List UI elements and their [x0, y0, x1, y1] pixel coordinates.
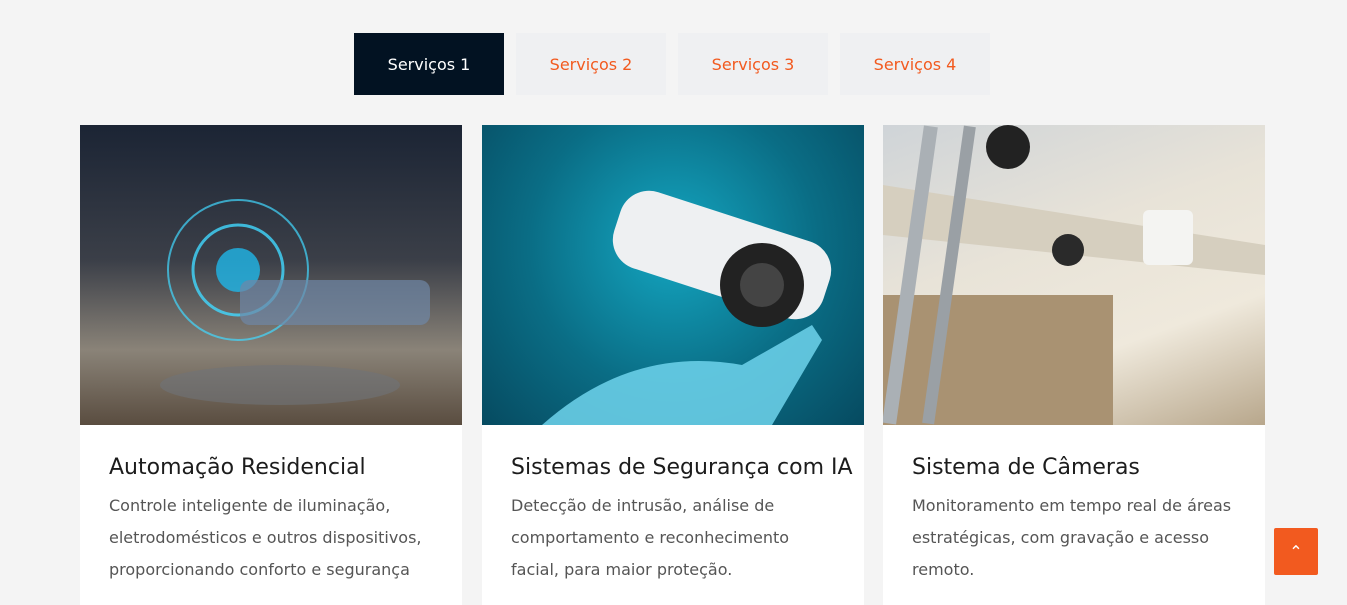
smart-home-illustration	[160, 199, 430, 405]
back-to-top-button[interactable]: ⌃	[1274, 528, 1318, 575]
service-tabs: Serviços 1 Serviços 2 Serviços 3 Serviço…	[354, 33, 990, 95]
cameras-image	[883, 125, 1265, 425]
card-title: Sistema de Câmeras	[912, 455, 1140, 480]
tab-servicos-3[interactable]: Serviços 3	[678, 33, 828, 95]
card-title: Automação Residencial	[109, 455, 366, 480]
card-description: Monitoramento em tempo real de áreas est…	[912, 496, 1232, 579]
tab-servicos-4[interactable]: Serviços 4	[840, 33, 990, 95]
service-card-seguranca-ia: Sistemas de Segurança com IA Detecção de…	[482, 125, 864, 605]
card-description: Detecção de intrusão, análise de comport…	[511, 496, 790, 579]
tab-servicos-1[interactable]: Serviços 1	[354, 33, 504, 95]
ai-camera-image	[482, 125, 864, 425]
cameras-illustration	[883, 125, 1265, 425]
ai-camera-illustration	[542, 190, 832, 425]
smart-home-image	[80, 125, 462, 425]
tab-servicos-2[interactable]: Serviços 2	[516, 33, 666, 95]
chevron-up-icon: ⌃	[1289, 542, 1303, 561]
service-card-automacao: Automação Residencial Controle inteligen…	[80, 125, 462, 605]
service-card-cameras: Sistema de Câmeras Monitoramento em temp…	[883, 125, 1265, 605]
card-description: Controle inteligente de iluminação, elet…	[109, 496, 422, 579]
card-title: Sistemas de Segurança com IA	[511, 455, 853, 480]
